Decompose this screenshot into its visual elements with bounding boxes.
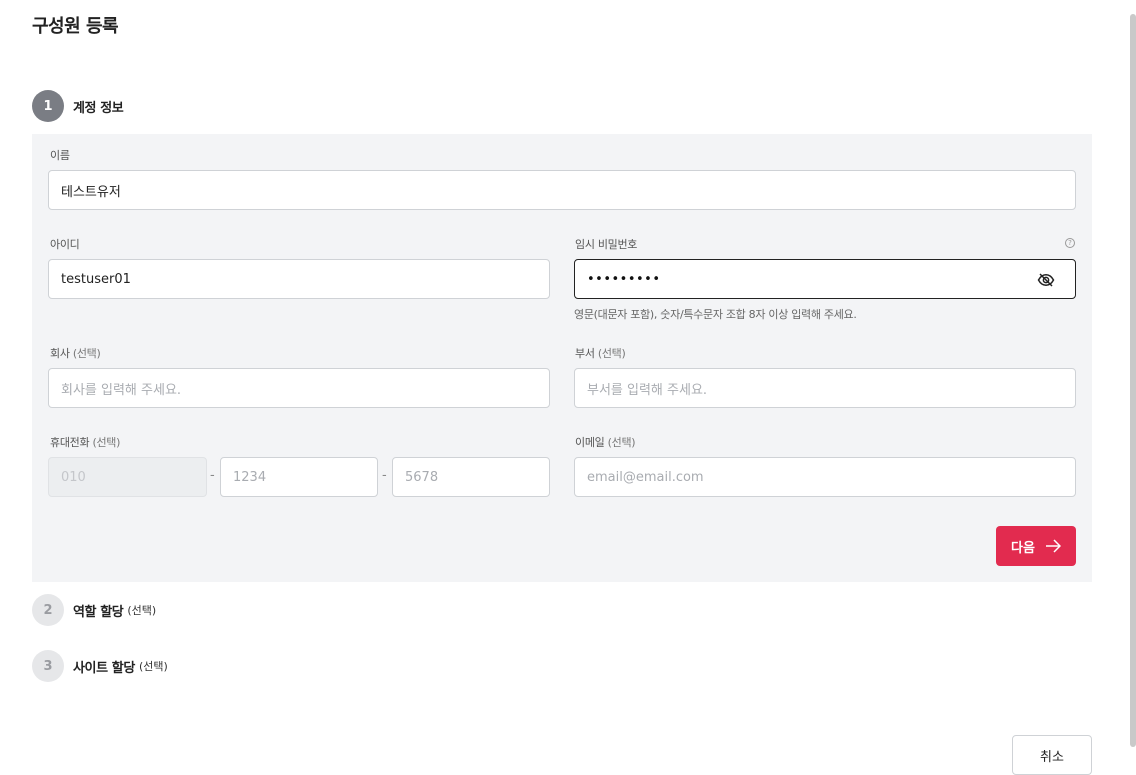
user-id-input[interactable]: testuser01 — [48, 259, 550, 299]
email-input[interactable]: email@email.com — [574, 457, 1076, 497]
step-3-header[interactable]: 3 사이트 할당 (선택) — [32, 650, 168, 682]
step-3-optional: (선택) — [138, 660, 168, 673]
department-label: 부서 (선택) — [575, 347, 626, 360]
company-input[interactable]: 회사를 입력해 주세요. — [48, 368, 550, 408]
eye-off-icon[interactable] — [1037, 271, 1055, 289]
name-label: 이름 — [50, 149, 70, 162]
step-3-label: 사이트 할당 — [73, 660, 135, 676]
name-input[interactable]: 테스트유저 — [48, 170, 1076, 210]
step-2-label: 역할 할당 — [73, 604, 124, 620]
scrollbar[interactable] — [1130, 14, 1136, 747]
step-2-number: 2 — [32, 594, 64, 626]
company-label: 회사 (선택) — [50, 347, 101, 360]
phone-label: 휴대전화 (선택) — [50, 436, 121, 449]
phone-separator: - — [382, 468, 387, 483]
account-info-panel: 이름 테스트유저 아이디 testuser01 임시 비밀번호 ? ••••••… — [32, 134, 1092, 582]
password-masked-value: ••••••••• — [587, 271, 661, 287]
phone-prefix-input: 010 — [48, 457, 207, 497]
step-2-optional: (선택) — [127, 604, 157, 617]
next-button-label: 다음 — [1011, 540, 1035, 556]
step-3-number: 3 — [32, 650, 64, 682]
email-label: 이메일 (선택) — [575, 436, 636, 449]
step-1-number: 1 — [32, 90, 64, 122]
register-member-modal: 구성원 등록 1 계정 정보 이름 테스트유저 아이디 testuser01 임… — [0, 0, 1136, 775]
step-1-label: 계정 정보 — [73, 100, 124, 116]
question-circle-icon[interactable]: ? — [1065, 238, 1075, 248]
password-hint: 영문(대문자 포함), 숫자/특수문자 조합 8자 이상 입력해 주세요. — [574, 308, 857, 321]
cancel-button[interactable]: 취소 — [1012, 735, 1092, 775]
step-1-header[interactable]: 1 계정 정보 — [32, 90, 124, 122]
modal-title: 구성원 등록 — [32, 16, 119, 37]
phone-middle-input[interactable]: 1234 — [220, 457, 378, 497]
arrow-right-icon — [1045, 539, 1061, 553]
department-input[interactable]: 부서를 입력해 주세요. — [574, 368, 1076, 408]
temp-password-label: 임시 비밀번호 — [575, 238, 638, 251]
user-id-label: 아이디 — [50, 238, 80, 251]
phone-last-input[interactable]: 5678 — [392, 457, 550, 497]
step-2-header[interactable]: 2 역할 할당 (선택) — [32, 594, 156, 626]
phone-separator: - — [210, 468, 215, 483]
temp-password-input[interactable]: ••••••••• — [574, 259, 1076, 299]
next-button[interactable]: 다음 — [996, 526, 1076, 566]
